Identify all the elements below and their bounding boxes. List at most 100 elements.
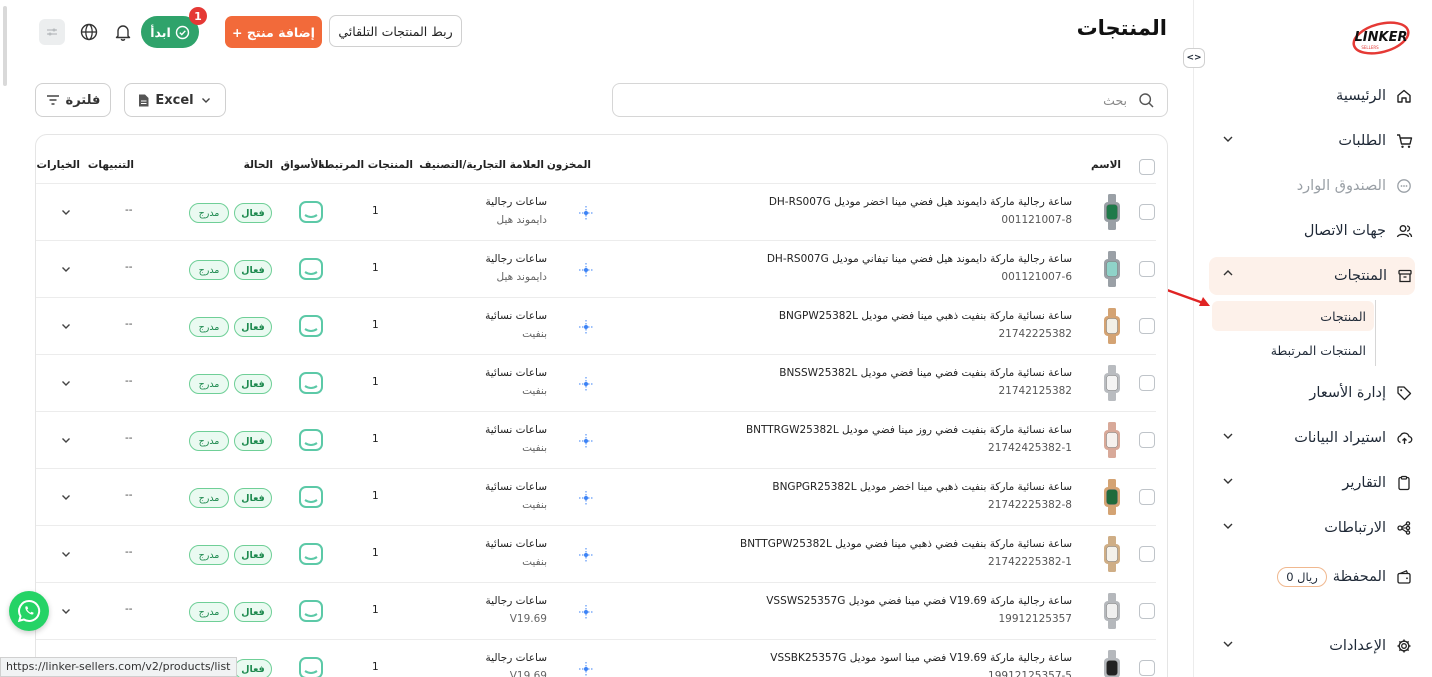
column-header-stock[interactable]: المخزون <box>547 159 591 171</box>
stock-crosshair-icon[interactable] <box>577 432 595 450</box>
row-options-chevron-icon[interactable] <box>60 320 72 332</box>
table-row[interactable]: ساعة رجالية ماركة V19.69 فضي مينا فضي مو… <box>36 582 1156 639</box>
sidebar-item-settings[interactable]: الإعدادات <box>1209 628 1414 664</box>
row-options-chevron-icon[interactable] <box>60 605 72 617</box>
table-row[interactable]: ساعة رجالية ماركة دايموند هيل فضي مينا ت… <box>36 240 1156 297</box>
row-checkbox[interactable] <box>1139 261 1155 277</box>
stock-crosshair-icon[interactable] <box>577 204 595 222</box>
auto-link-products-button[interactable]: ربط المنتجات التلقائي <box>329 15 462 47</box>
marketplace-icon[interactable] <box>298 428 324 452</box>
table-row[interactable]: ساعة نسائية ماركة بنفيت فضي ذهبي مينا فض… <box>36 525 1156 582</box>
column-header-brand[interactable]: العلامة التجارية/التصنيف <box>419 159 544 171</box>
product-brand: V19.69 <box>509 670 547 677</box>
page-scrollbar[interactable] <box>3 6 7 86</box>
table-row[interactable]: ساعة رجالية ماركة دايموند هيل فضي مينا ا… <box>36 183 1156 240</box>
row-checkbox[interactable] <box>1139 204 1155 220</box>
sidebar-item-label: استيراد البيانات <box>1294 430 1386 446</box>
product-name[interactable]: ساعة نسائية ماركة بنفيت فضي مينا فضي مود… <box>779 367 1072 379</box>
product-name[interactable]: ساعة نسائية ماركة بنفيت ذهبي مينا فضي مو… <box>779 310 1072 322</box>
table-row[interactable]: ساعة نسائية ماركة بنفيت فضي مينا فضي مود… <box>36 354 1156 411</box>
column-header-linked[interactable]: المنتجات المرتبطة <box>318 159 413 171</box>
product-name[interactable]: ساعة نسائية ماركة بنفيت فضي روز مينا فضي… <box>746 424 1072 436</box>
sidebar-item-orders[interactable]: الطلبات <box>1209 123 1414 159</box>
stock-crosshair-icon[interactable] <box>577 261 595 279</box>
sidebar-item-pricing[interactable]: إدارة الأسعار <box>1209 375 1414 411</box>
row-options-chevron-icon[interactable] <box>60 263 72 275</box>
row-checkbox[interactable] <box>1139 318 1155 334</box>
column-header-name[interactable]: الاسم <box>1091 159 1121 171</box>
row-checkbox[interactable] <box>1139 432 1155 448</box>
whatsapp-chat-button[interactable] <box>9 591 49 631</box>
chat-icon <box>1394 176 1414 196</box>
sidebar-item-reports[interactable]: التقارير <box>1209 465 1414 501</box>
stock-crosshair-icon[interactable] <box>577 489 595 507</box>
search-box[interactable] <box>612 83 1168 117</box>
bell-icon[interactable] <box>113 22 133 42</box>
marketplace-icon[interactable] <box>298 542 324 566</box>
svg-text:SELLERS: SELLERS <box>1361 45 1379 50</box>
sidebar-item-integrations[interactable]: الارتباطات <box>1209 510 1414 546</box>
column-header-options[interactable]: الخيارات <box>36 159 80 171</box>
marketplace-icon[interactable] <box>298 599 324 623</box>
cart-icon <box>1394 131 1414 151</box>
stock-crosshair-icon[interactable] <box>577 546 595 564</box>
select-all-checkbox[interactable] <box>1139 159 1155 175</box>
row-checkbox[interactable] <box>1139 375 1155 391</box>
row-options-chevron-icon[interactable] <box>60 206 72 218</box>
row-checkbox[interactable] <box>1139 489 1155 505</box>
table-row[interactable]: ساعة نسائية ماركة بنفيت ذهبي مينا اخضر م… <box>36 468 1156 525</box>
stock-crosshair-icon[interactable] <box>577 375 595 393</box>
product-name[interactable]: ساعة رجالية ماركة V19.69 فضي مينا فضي مو… <box>766 595 1072 607</box>
marketplace-icon[interactable] <box>298 371 324 395</box>
submenu-item-linked-products[interactable]: المنتجات المرتبطة <box>1212 335 1374 365</box>
row-checkbox[interactable] <box>1139 546 1155 562</box>
sidebar-item-products[interactable]: المنتجات <box>1209 257 1415 295</box>
column-header-status[interactable]: الحالة <box>244 159 273 171</box>
sidebar-item-contacts[interactable]: جهات الاتصال <box>1209 213 1414 249</box>
globe-icon[interactable] <box>79 22 99 42</box>
chevron-down-icon <box>1221 637 1235 655</box>
listed-badge: مدرج <box>189 203 229 223</box>
marketplace-icon[interactable] <box>298 656 324 677</box>
excel-export-button[interactable]: Excel <box>124 83 226 117</box>
row-checkbox[interactable] <box>1139 660 1155 676</box>
sidebar-item-home[interactable]: الرئيسية <box>1209 78 1414 114</box>
marketplace-icon[interactable] <box>298 200 324 224</box>
table-row[interactable]: ساعة نسائية ماركة بنفيت ذهبي مينا فضي مو… <box>36 297 1156 354</box>
row-options-chevron-icon[interactable] <box>60 377 72 389</box>
stock-crosshair-icon[interactable] <box>577 660 595 677</box>
sidebar-item-import[interactable]: استيراد البيانات <box>1209 420 1414 456</box>
listed-badge: مدرج <box>189 374 229 394</box>
settings-toggle-icon[interactable] <box>39 19 65 45</box>
marketplace-icon[interactable] <box>298 257 324 281</box>
wallet-icon <box>1394 567 1414 587</box>
row-checkbox[interactable] <box>1139 603 1155 619</box>
row-options-chevron-icon[interactable] <box>60 434 72 446</box>
marketplace-icon[interactable] <box>298 485 324 509</box>
row-options-chevron-icon[interactable] <box>60 548 72 560</box>
sidebar-collapse-button[interactable]: <> <box>1183 48 1205 68</box>
annotation-arrow <box>1166 288 1210 306</box>
add-product-button[interactable]: + إضافة منتج <box>225 16 322 48</box>
product-name[interactable]: ساعة رجالية ماركة دايموند هيل فضي مينا ت… <box>767 253 1072 265</box>
product-sku: 21742225382 <box>998 328 1073 340</box>
submenu-item-products[interactable]: المنتجات <box>1212 301 1374 331</box>
sidebar-item-inbox[interactable]: الصندوق الوارد <box>1209 168 1414 204</box>
table-row[interactable]: ساعة نسائية ماركة بنفيت فضي روز مينا فضي… <box>36 411 1156 468</box>
product-name[interactable]: ساعة رجالية ماركة V19.69 فضي مينا اسود م… <box>770 652 1072 664</box>
search-input[interactable] <box>627 84 1127 116</box>
column-header-alerts[interactable]: التنبيهات <box>88 159 134 171</box>
column-header-markets[interactable]: الأسواق <box>281 159 322 171</box>
stock-crosshair-icon[interactable] <box>577 603 595 621</box>
filter-button[interactable]: فلترة <box>35 83 111 117</box>
sidebar-item-wallet[interactable]: المحفظة 0 ريال <box>1209 559 1414 595</box>
stock-crosshair-icon[interactable] <box>577 318 595 336</box>
product-name[interactable]: ساعة نسائية ماركة بنفيت فضي ذهبي مينا فض… <box>740 538 1072 550</box>
product-name[interactable]: ساعة رجالية ماركة دايموند هيل فضي مينا ا… <box>769 196 1072 208</box>
marketplace-icon[interactable] <box>298 314 324 338</box>
row-options-chevron-icon[interactable] <box>60 491 72 503</box>
status-badge: فعال <box>234 602 272 622</box>
alerts-value: -- <box>125 546 133 558</box>
linked-products-count: 1 <box>372 547 379 559</box>
product-name[interactable]: ساعة نسائية ماركة بنفيت ذهبي مينا اخضر م… <box>772 481 1072 493</box>
